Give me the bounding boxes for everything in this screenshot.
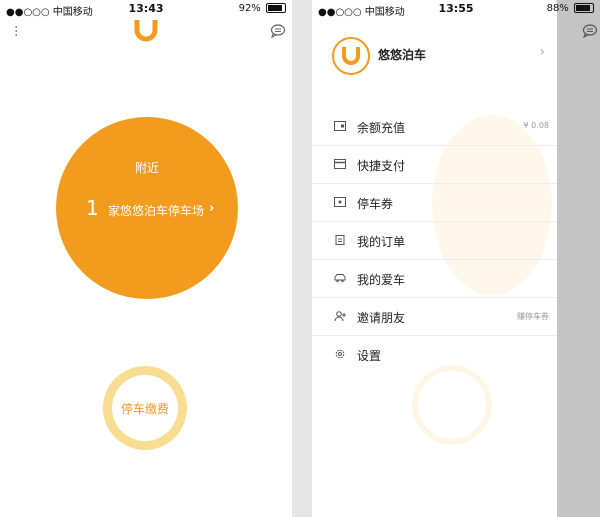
invite-hint: 赚停车券 [517, 312, 549, 321]
avatar [332, 37, 370, 75]
menu-item-recharge[interactable]: 余额充值 ¥ 0.08 [312, 108, 557, 146]
card-icon [334, 159, 346, 169]
menu-item-orders[interactable]: 我的订单 [312, 222, 557, 260]
menu-item-label: 停车券 [357, 197, 394, 211]
menu-item-label: 快捷支付 [357, 159, 406, 173]
status-bar: ●●○○○ 中国移动 13:55 [312, 0, 557, 18]
menu-item-label: 邀请朋友 [357, 311, 406, 325]
menu-item-label: 我的爱车 [357, 273, 406, 287]
balance-value: ¥ 0.08 [523, 121, 549, 130]
coupon-icon [334, 197, 346, 207]
chevron-right-icon: › [539, 44, 545, 60]
dim-overlay[interactable] [557, 0, 600, 517]
nearby-label: 附近 [134, 161, 159, 175]
message-icon [582, 24, 598, 38]
more-menu-icon[interactable]: · · · [14, 21, 18, 43]
nearby-count: 1 [86, 196, 99, 220]
home-screen: ●●○○○ 中国移动 13:43 92% · · · 附近 1 家悠悠泊车停车场 ›… [0, 0, 292, 517]
nearby-text: 家悠悠泊车停车场 [108, 204, 205, 218]
profile-name: 悠悠泊车 [378, 48, 427, 62]
invite-icon [334, 311, 346, 321]
menu-item-invite[interactable]: 邀请朋友 赚停车券 [312, 298, 557, 336]
parking-pay-label: 停车缴费 [112, 375, 178, 441]
battery-percent: 92% [238, 3, 261, 14]
status-bar: ●●○○○ 中国移动 13:43 92% [0, 0, 292, 18]
wallet-icon [334, 121, 346, 131]
side-drawer: ●●○○○ 中国移动 13:55 悠悠泊车 › 余额充值 ¥ 0.08 快捷支付 [312, 0, 557, 517]
menu-item-my-car[interactable]: 我的爱车 [312, 260, 557, 298]
menu-item-settings[interactable]: 设置 [312, 336, 557, 373]
parking-pay-button[interactable]: 停车缴费 [103, 366, 187, 450]
nearby-parking-button[interactable]: 附近 1 家悠悠泊车停车场 › [56, 117, 238, 299]
settings-icon [335, 349, 345, 359]
profile-row[interactable]: 悠悠泊车 › [312, 30, 557, 84]
battery-icon [266, 3, 286, 13]
status-bar-right: 88% [540, 0, 600, 18]
battery-status: 88% [547, 3, 594, 14]
chevron-right-icon: › [209, 201, 215, 216]
menu-item-coupons[interactable]: 停车券 [312, 184, 557, 222]
menu-item-label: 余额充值 [357, 121, 406, 135]
app-logo-icon [134, 20, 158, 42]
faded-background-ring [412, 365, 492, 445]
battery-status: 92% [239, 3, 286, 14]
drawer-screen: ●●○○○ 中国移动 13:55 悠悠泊车 › 余额充值 ¥ 0.08 快捷支付 [312, 0, 600, 517]
app-logo-icon [342, 47, 360, 65]
menu-item-label: 设置 [357, 349, 382, 363]
menu-item-quick-pay[interactable]: 快捷支付 [312, 146, 557, 184]
drawer-menu: 余额充值 ¥ 0.08 快捷支付 停车券 我的订单 我的爱车 邀请朋友 赚停车券… [312, 108, 557, 373]
battery-icon [574, 3, 594, 13]
menu-item-label: 我的订单 [357, 235, 406, 249]
car-icon [334, 274, 346, 283]
message-icon[interactable] [270, 24, 286, 38]
battery-percent: 88% [546, 3, 569, 14]
order-icon [335, 235, 345, 245]
